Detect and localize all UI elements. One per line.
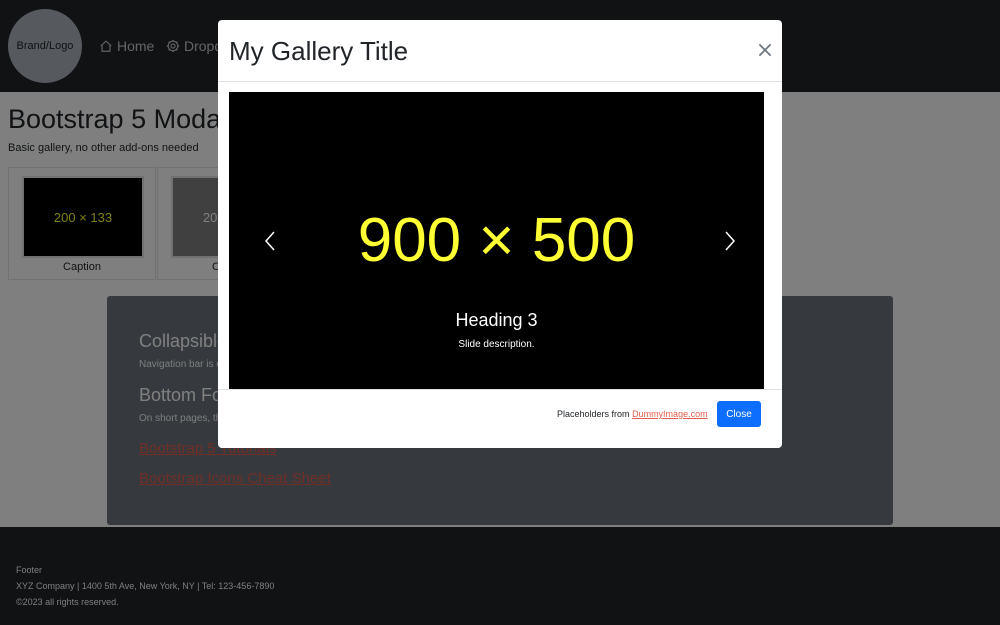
close-button[interactable]: Close bbox=[717, 401, 761, 427]
chevron-left-icon[interactable] bbox=[263, 230, 277, 252]
modal-header-divider bbox=[218, 81, 782, 82]
slide-image-label: 900 × 500 bbox=[357, 206, 636, 275]
modal-footer-divider bbox=[218, 389, 782, 390]
close-icon[interactable] bbox=[756, 41, 774, 59]
slide-heading: Heading 3 bbox=[455, 310, 538, 330]
modal-title: My Gallery Title bbox=[229, 36, 409, 66]
placeholder-credit-text: Placeholders from bbox=[557, 409, 630, 419]
chevron-right-icon[interactable] bbox=[723, 230, 737, 252]
gallery-modal: My Gallery Title 900 × 500 Heading 3 Sli… bbox=[218, 20, 782, 448]
slide-description: Slide description. bbox=[458, 339, 535, 350]
image-carousel[interactable]: 900 × 500 Heading 3 Slide description. bbox=[229, 92, 764, 389]
dummyimage-link[interactable]: DummyImage.com bbox=[632, 409, 708, 419]
placeholder-credit: Placeholders from DummyImage.com bbox=[557, 409, 708, 419]
